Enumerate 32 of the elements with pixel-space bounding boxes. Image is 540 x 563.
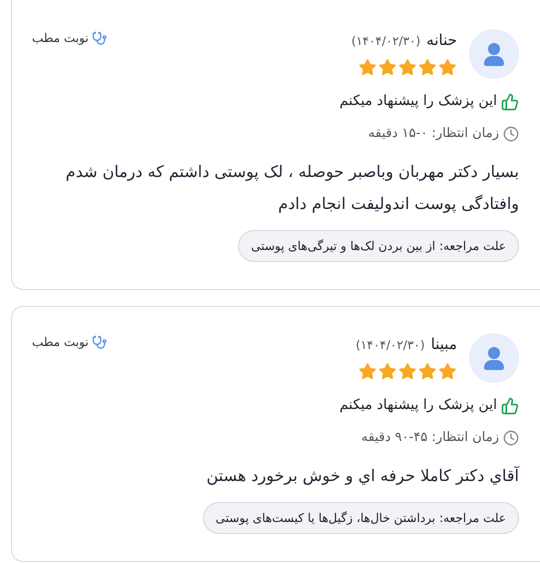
review-comment: آقاي دکتر کاملا حرفه اي و خوش برخورد هستن <box>205 464 519 487</box>
recommend-text: این پزشک را پیشنهاد میکنم <box>339 396 497 415</box>
thumbs-up-icon <box>501 92 519 110</box>
wait-time: زمان انتظار: ۴۵-۹۰ دقیقه <box>361 429 499 447</box>
star-icon <box>378 58 397 76</box>
visit-type: نوبت مطب <box>32 30 89 47</box>
review-date: (۱۴۰۴/۰۲/۳۰) <box>351 33 420 50</box>
star-icon <box>378 362 397 380</box>
star-icon <box>438 362 457 380</box>
person-icon <box>484 346 504 370</box>
recommend-text: این پزشک را پیشنهاد میکنم <box>339 92 497 111</box>
review-comment: بسیار دکتر مهربان وباصبر حوصله ، لک پوستی داشتم که درمان شدم وافتادگی پوست اندولیفت انجام دادم <box>64 160 519 215</box>
visit-type: نوبت مطب <box>32 334 89 351</box>
reviewer-name: حنانه <box>426 30 457 51</box>
clock-icon <box>503 126 519 142</box>
wait-time: زمان انتظار: ۰-۱۵ دقیقه <box>368 125 499 143</box>
person-icon <box>484 42 504 66</box>
star-icon <box>358 362 377 380</box>
stethoscope-icon <box>92 30 107 46</box>
star-icon <box>418 58 437 76</box>
clock-icon <box>503 430 519 446</box>
stethoscope-icon <box>92 334 107 350</box>
review-date: (۱۴۰۴/۰۲/۳۰) <box>356 337 425 354</box>
star-icon <box>358 58 377 76</box>
star-icon <box>398 58 417 76</box>
visit-reason-chip: علت مراجعه: برداشتن خال‌ها، زگیل‌ها یا کیست‌های پوستی <box>202 502 519 534</box>
star-icon <box>418 362 437 380</box>
star-icon <box>438 58 457 76</box>
thumbs-up-icon <box>501 396 519 414</box>
star-icon <box>398 362 417 380</box>
visit-reason-chip: علت مراجعه: از بین بردن لک‌ها و تیرگی‌های پوستی <box>238 230 519 262</box>
reviewer-name: مبینا <box>430 334 457 355</box>
